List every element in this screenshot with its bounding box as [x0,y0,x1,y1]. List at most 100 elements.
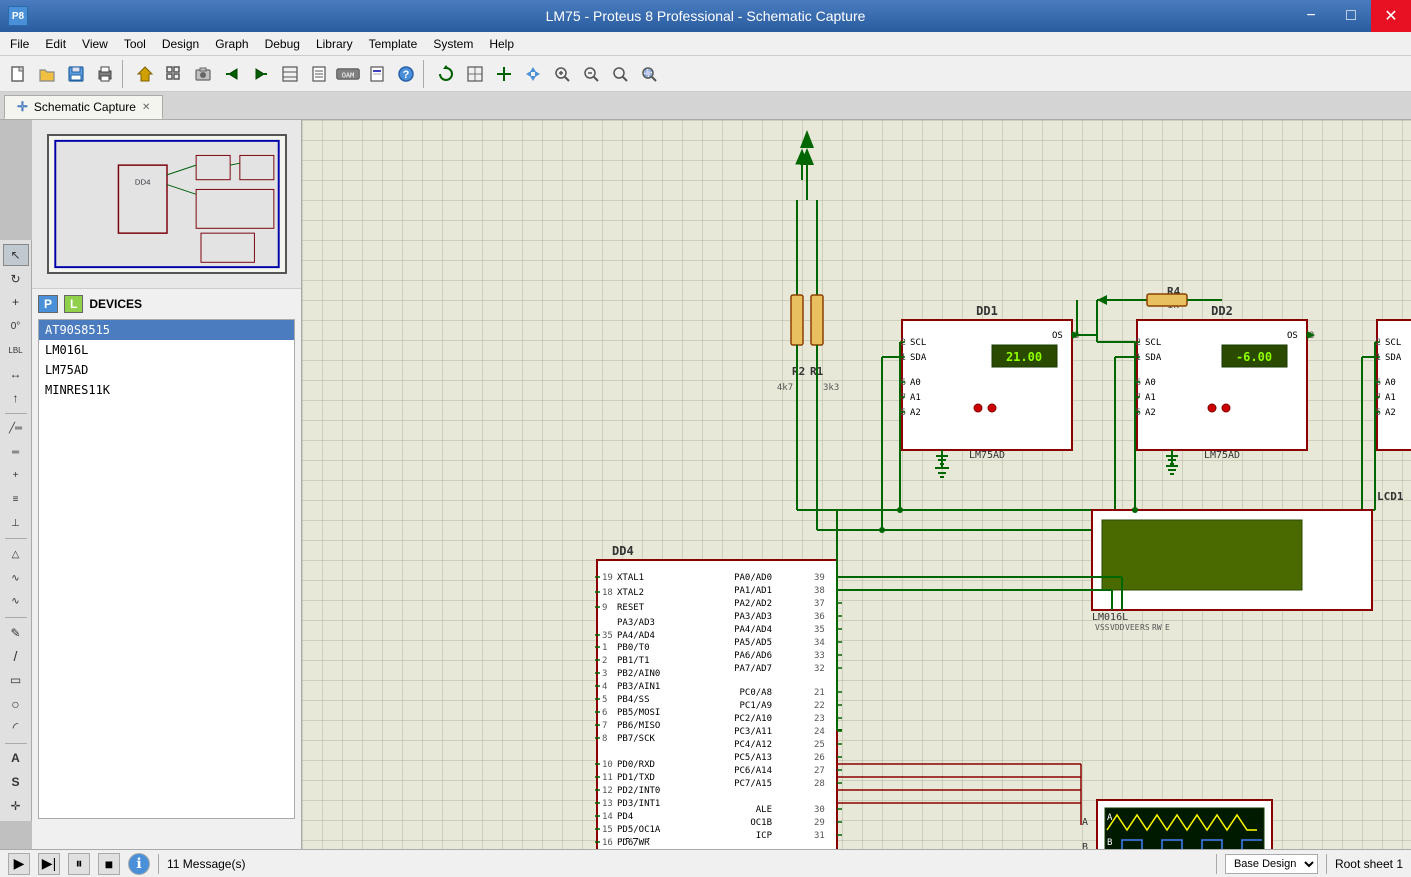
menu-graph[interactable]: Graph [207,33,256,55]
svg-text:OC1B: OC1B [750,818,772,828]
tb-page[interactable] [305,60,333,88]
menu-help[interactable]: Help [481,33,522,55]
tool-gen[interactable]: ∿ [3,591,29,613]
tool-wire[interactable]: ╱═ [3,417,29,439]
svg-text:VDD: VDD [1110,623,1125,632]
svg-text:6: 6 [1136,378,1141,388]
svg-text:2: 2 [901,338,906,348]
menu-debug[interactable]: Debug [257,33,308,55]
tb-sep2 [423,60,429,88]
tab-close-button[interactable]: ✕ [142,102,150,113]
svg-text:PD5/OC1A: PD5/OC1A [617,825,661,835]
tool-arc[interactable]: ◜ [3,717,29,739]
schematic-canvas[interactable]: AT90S8515 DD4 19 XTAL1 18 XTAL2 9 RESET … [302,120,1411,849]
svg-text:OS: OS [1052,331,1063,341]
svg-text:DD4: DD4 [612,544,634,558]
tb-zoom-area[interactable] [635,60,663,88]
tb-zoom-fit[interactable] [606,60,634,88]
l-button[interactable]: L [64,295,83,313]
svg-text:PC3/A11: PC3/A11 [734,727,772,737]
tool-rotate-cw[interactable]: ↻ [3,268,29,290]
svg-text:PA0/AD0: PA0/AD0 [734,573,772,583]
tb-home[interactable] [131,60,159,88]
svg-text:PD4: PD4 [617,812,633,822]
tb-back[interactable] [218,60,246,88]
device-item-minres11k[interactable]: MINRES11K [39,380,294,400]
svg-text:LM016L: LM016L [1092,612,1128,623]
tool-circle[interactable]: ○ [3,693,29,715]
tool-label[interactable]: LBL [3,339,29,361]
tb-oam[interactable]: OAM [334,60,362,88]
tool-select[interactable]: ↖ [3,244,29,266]
tool-symbol[interactable]: S [3,771,29,793]
tb-zoom-out[interactable] [577,60,605,88]
tb-refresh[interactable] [432,60,460,88]
tb-grid2[interactable] [461,60,489,88]
maximize-button[interactable]: □ [1331,0,1371,32]
menu-system[interactable]: System [425,33,481,55]
design-selector[interactable]: Base Design [1225,854,1318,874]
svg-text:PA6/AD6: PA6/AD6 [734,651,772,661]
tool-junction[interactable]: + [3,465,29,487]
tool-rect[interactable]: ▭ [3,669,29,691]
minimize-button[interactable]: − [1291,0,1331,32]
menu-library[interactable]: Library [308,33,361,55]
device-item-at90s8515[interactable]: AT90S8515 [39,320,294,340]
device-item-lm016l[interactable]: LM016L [39,340,294,360]
device-panel: P L DEVICES AT90S8515 LM016L LM75AD MINR… [32,289,301,849]
svg-text:3: 3 [602,669,607,679]
tool-bus[interactable]: ═ [3,441,29,463]
tool-netlabel[interactable]: ≡ [3,489,29,511]
menu-view[interactable]: View [74,33,116,55]
tool-up[interactable]: ↑ [3,387,29,409]
tb-layers[interactable] [276,60,304,88]
menu-edit[interactable]: Edit [37,33,74,55]
svg-text:SCL: SCL [910,338,926,348]
pause-button[interactable]: ⏸ [68,853,90,875]
menu-design[interactable]: Design [154,33,207,55]
stop-button[interactable]: ■ [98,853,120,875]
tool-rotate-ccw[interactable]: 0° [3,315,29,337]
tool-graph[interactable]: ∿ [3,567,29,589]
tool-marker[interactable]: ✛ [3,795,29,817]
menu-template[interactable]: Template [361,33,426,55]
tb-camera[interactable] [189,60,217,88]
svg-text:OAM: OAM [342,71,355,79]
tb-document[interactable] [363,60,391,88]
schematic-capture-tab[interactable]: ✛ Schematic Capture ✕ [4,95,163,119]
svg-text:5: 5 [1376,408,1381,418]
tool-text[interactable]: A [3,748,29,770]
svg-text:13: 13 [602,799,613,809]
device-item-lm75ad[interactable]: LM75AD [39,360,294,380]
tb-save[interactable] [62,60,90,88]
tb-print[interactable] [91,60,119,88]
p-button[interactable]: P [38,295,58,313]
tool-component[interactable]: + [3,292,29,314]
play-button[interactable]: ▶ [8,853,30,875]
tool-power[interactable]: ⊥ [3,513,29,535]
menu-tool[interactable]: Tool [116,33,154,55]
window-controls[interactable]: − □ ✕ [1291,0,1411,32]
tool-probe[interactable]: △ [3,543,29,565]
tool-pencil[interactable]: ✎ [3,622,29,644]
close-button[interactable]: ✕ [1371,0,1411,32]
svg-text:SCL: SCL [1385,338,1401,348]
tb-open[interactable] [33,60,61,88]
tb-help[interactable]: ? [392,60,420,88]
tb-cross[interactable] [490,60,518,88]
menu-file[interactable]: File [2,33,37,55]
tb-zoom-in[interactable] [548,60,576,88]
svg-text:RESET: RESET [617,603,645,613]
tb-move[interactable] [519,60,547,88]
info-button[interactable]: ℹ [128,853,150,875]
tool-move[interactable]: ↔ [3,363,29,385]
svg-text:A0: A0 [1385,378,1396,388]
tool-line[interactable]: / [3,645,29,667]
svg-text:3: 3 [1074,331,1079,341]
step-play-button[interactable]: ▶| [38,853,60,875]
tb-grid[interactable] [160,60,188,88]
tb-forward[interactable] [247,60,275,88]
svg-text:PB2/AIN0: PB2/AIN0 [617,669,660,679]
svg-text:A2: A2 [1145,408,1156,418]
tb-new[interactable] [4,60,32,88]
